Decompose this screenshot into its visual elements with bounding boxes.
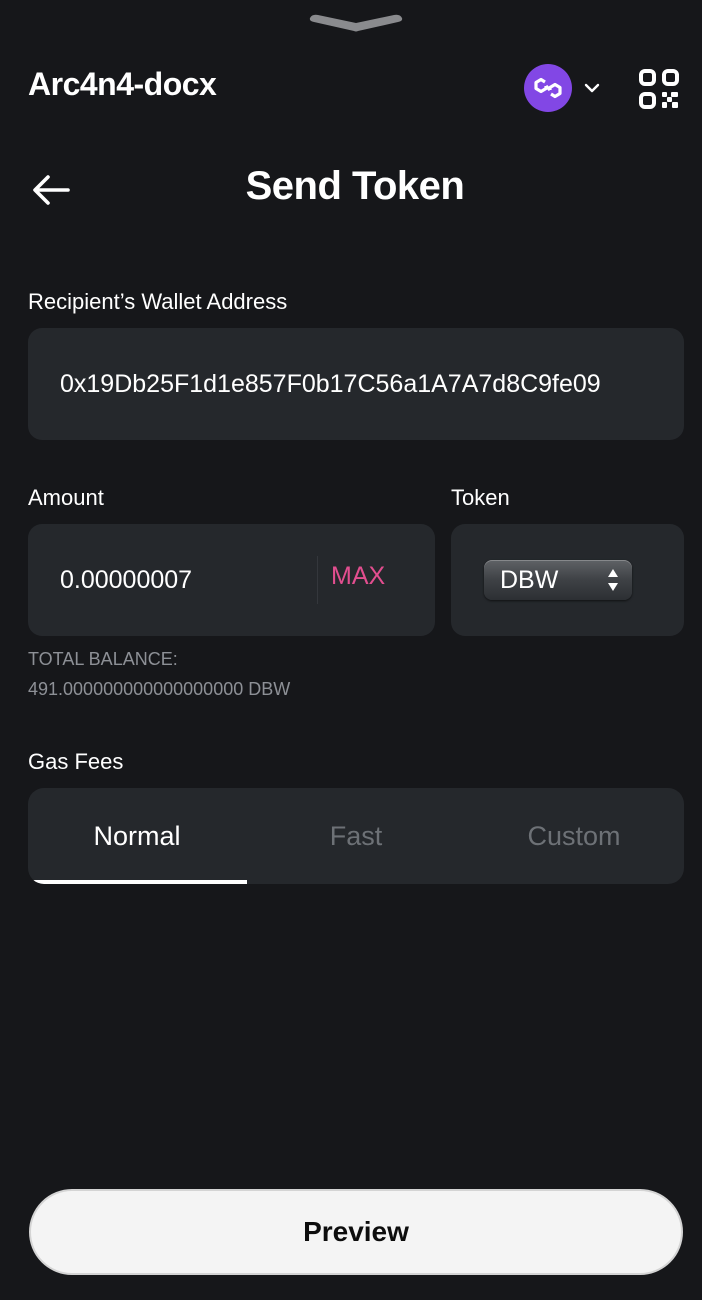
active-tab-indicator bbox=[28, 880, 247, 884]
polygon-icon bbox=[524, 64, 572, 112]
collapse-handle-icon[interactable] bbox=[306, 10, 406, 32]
chevron-down-icon bbox=[584, 83, 600, 93]
recipient-address-input[interactable] bbox=[60, 364, 652, 404]
max-button[interactable]: MAX bbox=[331, 562, 385, 591]
tab-fast[interactable]: Fast bbox=[247, 788, 465, 884]
qr-code-icon[interactable] bbox=[638, 68, 680, 110]
network-selector[interactable] bbox=[524, 64, 606, 112]
token-label: Token bbox=[451, 485, 510, 510]
page-title: Send Token bbox=[245, 164, 465, 208]
total-balance-value: 491.000000000000000000 DBW bbox=[28, 679, 291, 699]
preview-button[interactable]: Preview bbox=[29, 1189, 683, 1275]
tab-normal[interactable]: Normal bbox=[28, 788, 246, 884]
tab-custom[interactable]: Custom bbox=[465, 788, 683, 884]
token-select-value: DBW bbox=[500, 566, 559, 594]
amount-label: Amount bbox=[28, 485, 104, 510]
send-token-screen: Arc4n4-docx Send Token Recipient’s Walle… bbox=[0, 0, 702, 1300]
amount-input[interactable] bbox=[60, 560, 300, 600]
wallet-name: Arc4n4-docx bbox=[28, 66, 217, 102]
up-down-arrows-icon bbox=[608, 569, 618, 591]
recipient-label: Recipient’s Wallet Address bbox=[28, 289, 288, 314]
gas-fee-tabs: Normal Fast Custom bbox=[28, 788, 684, 884]
gas-fees-label: Gas Fees bbox=[28, 749, 124, 774]
total-balance-label: TOTAL BALANCE: bbox=[28, 649, 178, 669]
token-select[interactable]: DBW bbox=[484, 560, 632, 600]
amount-divider bbox=[317, 556, 318, 604]
